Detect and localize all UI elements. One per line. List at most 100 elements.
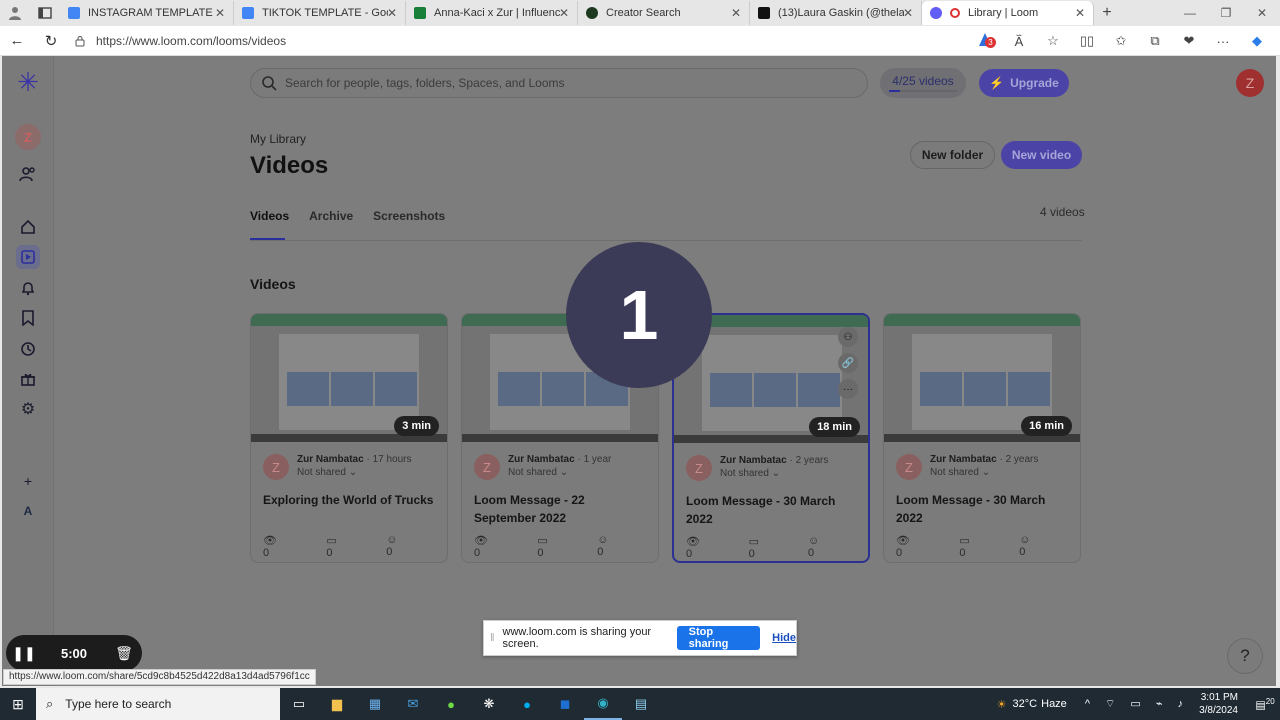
lightning-icon: ⚡ bbox=[989, 76, 1005, 90]
favorites-icon[interactable]: ✩ bbox=[1104, 33, 1138, 49]
video-title[interactable]: Loom Message - 30 March 2022 bbox=[686, 492, 862, 528]
video-card[interactable]: 3 min Z Zur Nambatac · 17 hours Not shar… bbox=[250, 313, 448, 563]
drag-handle-icon[interactable]: ‖ bbox=[490, 632, 495, 644]
video-count-label: 4 videos bbox=[1040, 205, 1085, 219]
upwork-icon[interactable]: ● bbox=[432, 688, 470, 720]
edge-icon[interactable]: ◉ bbox=[584, 688, 622, 720]
clock-time: 3:01 PM bbox=[1200, 692, 1238, 703]
upgrade-button[interactable]: ⚡ Upgrade bbox=[979, 69, 1069, 97]
weather-widget[interactable]: ☀ 32°C Haze bbox=[997, 698, 1067, 711]
video-title[interactable]: Loom Message - 30 March 2022 bbox=[896, 491, 1072, 527]
skype-icon[interactable]: ● bbox=[508, 688, 546, 720]
tab-actions-icon[interactable] bbox=[30, 0, 60, 26]
close-window-button[interactable]: ✕ bbox=[1244, 0, 1280, 26]
tab-archive[interactable]: Archive bbox=[309, 209, 353, 223]
read-aloud-icon[interactable]: A᷈ bbox=[1002, 34, 1036, 49]
share-status[interactable]: Not shared ⌄ bbox=[297, 467, 412, 478]
bell-icon[interactable] bbox=[16, 276, 40, 300]
browser-tab[interactable]: (13)Laura Gaskin (@thelaura ✕ bbox=[750, 1, 922, 25]
more-options-icon[interactable]: ··· bbox=[838, 379, 858, 399]
video-thumbnail[interactable]: 16 min bbox=[884, 314, 1080, 442]
user-avatar[interactable]: Z bbox=[1236, 69, 1264, 97]
share-status[interactable]: Not shared ⌄ bbox=[930, 467, 1038, 478]
stop-sharing-button[interactable]: Stop sharing bbox=[676, 626, 761, 650]
browser-tab[interactable]: Creator Search ✕ bbox=[578, 1, 750, 25]
close-icon[interactable]: ✕ bbox=[1075, 6, 1085, 20]
copilot-icon[interactable]: ◆ bbox=[1240, 33, 1274, 49]
collections-icon[interactable]: ⧉ bbox=[1138, 33, 1172, 49]
author-avatar: Z bbox=[896, 454, 922, 480]
split-screen-icon[interactable]: ▯▯ bbox=[1070, 33, 1104, 49]
favorite-icon[interactable]: ☆ bbox=[1036, 33, 1070, 49]
help-button[interactable]: ? bbox=[1227, 638, 1263, 674]
video-card[interactable]: 16 min Z Zur Nambatac · 2 years Not shar… bbox=[883, 313, 1081, 563]
taskbar-search[interactable]: ⌕ Type here to search bbox=[36, 688, 280, 720]
close-icon[interactable]: ✕ bbox=[387, 6, 397, 20]
settings-icon[interactable]: ⚙ bbox=[16, 397, 40, 421]
file-explorer-icon[interactable]: ▆ bbox=[318, 688, 356, 720]
home-icon[interactable] bbox=[16, 215, 40, 239]
notification-icon[interactable]: ▤20 bbox=[1250, 697, 1280, 712]
close-icon[interactable]: ✕ bbox=[559, 6, 569, 20]
mail-icon[interactable]: ✉ bbox=[394, 688, 432, 720]
url-field[interactable]: https://www.loom.com/looms/videos bbox=[74, 29, 286, 53]
workspace-avatar[interactable]: Z bbox=[15, 124, 41, 150]
video-title[interactable]: Loom Message - 22 September 2022 bbox=[474, 491, 650, 527]
history-icon[interactable] bbox=[16, 337, 40, 361]
new-folder-button[interactable]: New folder bbox=[910, 141, 995, 169]
back-button[interactable]: ← bbox=[0, 32, 34, 49]
tray-icons[interactable]: ^ ⌔ ▭ ⌁ ♪ bbox=[1085, 697, 1189, 711]
workspace-letter[interactable]: A bbox=[16, 499, 40, 523]
close-icon[interactable]: ✕ bbox=[903, 6, 913, 20]
more-icon[interactable]: ··· bbox=[1206, 34, 1240, 49]
share-status[interactable]: Not shared ⌄ bbox=[508, 467, 611, 478]
pause-icon[interactable]: ❚❚ bbox=[6, 645, 42, 662]
add-workspace-icon[interactable]: + bbox=[16, 469, 40, 493]
loom-logo-icon[interactable]: ✳ bbox=[14, 67, 42, 97]
trash-icon[interactable]: 🗑 bbox=[106, 645, 142, 662]
video-title[interactable]: Exploring the World of Trucks bbox=[263, 491, 439, 509]
reaction-icon: ☺ bbox=[386, 534, 398, 546]
people-icon[interactable] bbox=[16, 162, 40, 186]
browser-tab[interactable]: Anna-Kaci x Zur | Influencer ✕ bbox=[406, 1, 578, 25]
clock[interactable]: 3:01 PM 3/8/2024 bbox=[1199, 691, 1238, 717]
browser-tab[interactable]: INSTAGRAM TEMPLATE - Go ✕ bbox=[60, 1, 234, 25]
share-people-icon[interactable]: ⚇ bbox=[838, 327, 858, 347]
extension-icon[interactable]: 3 bbox=[968, 32, 1002, 51]
breadcrumb[interactable]: My Library bbox=[250, 132, 306, 146]
store-icon[interactable]: ▦ bbox=[356, 688, 394, 720]
share-status[interactable]: Not shared ⌄ bbox=[720, 468, 828, 479]
close-icon[interactable]: ✕ bbox=[215, 6, 225, 20]
refresh-button[interactable]: ↻ bbox=[34, 32, 68, 50]
chatgpt-icon[interactable]: ❋ bbox=[470, 688, 508, 720]
eye-icon: 👁 bbox=[686, 536, 700, 548]
restore-button[interactable]: ❐ bbox=[1208, 0, 1244, 26]
browser-tab-active[interactable]: Library | Loom ✕ bbox=[922, 1, 1094, 25]
tab-videos[interactable]: Videos bbox=[250, 209, 289, 223]
bookmark-icon[interactable] bbox=[16, 306, 40, 330]
minimize-button[interactable]: — bbox=[1172, 0, 1208, 26]
link-icon[interactable]: 🔗 bbox=[838, 353, 858, 373]
search-input[interactable] bbox=[285, 76, 845, 90]
new-video-button[interactable]: New video bbox=[1001, 141, 1082, 169]
hide-link[interactable]: Hide bbox=[772, 632, 796, 644]
search-bar[interactable] bbox=[250, 68, 868, 98]
notepad-icon[interactable]: ▤ bbox=[622, 688, 660, 720]
close-icon[interactable]: ✕ bbox=[731, 6, 741, 20]
new-tab-button[interactable]: + bbox=[1094, 4, 1120, 22]
task-view-icon[interactable]: ▭ bbox=[280, 688, 318, 720]
outlook-icon[interactable]: ◼ bbox=[546, 688, 584, 720]
profile-icon[interactable] bbox=[0, 0, 30, 26]
comment-icon: ▭ bbox=[326, 535, 337, 547]
gift-icon[interactable] bbox=[16, 367, 40, 391]
performance-icon[interactable]: ❤ bbox=[1172, 33, 1206, 49]
author-name: Zur Nambatac bbox=[720, 455, 787, 466]
system-tray: ☀ 32°C Haze ^ ⌔ ▭ ⌁ ♪ 3:01 PM 3/8/2024 ▤… bbox=[997, 688, 1280, 720]
library-icon[interactable] bbox=[16, 245, 40, 269]
tab-screenshots[interactable]: Screenshots bbox=[373, 209, 445, 223]
video-count-pill[interactable]: 4/25 videos bbox=[880, 68, 966, 98]
video-thumbnail[interactable]: 3 min bbox=[251, 314, 447, 442]
view-count: 0 bbox=[474, 547, 481, 559]
windows-start-icon[interactable]: ⊞ bbox=[0, 696, 36, 713]
browser-tab[interactable]: TIKTOK TEMPLATE - Google ✕ bbox=[234, 1, 406, 25]
